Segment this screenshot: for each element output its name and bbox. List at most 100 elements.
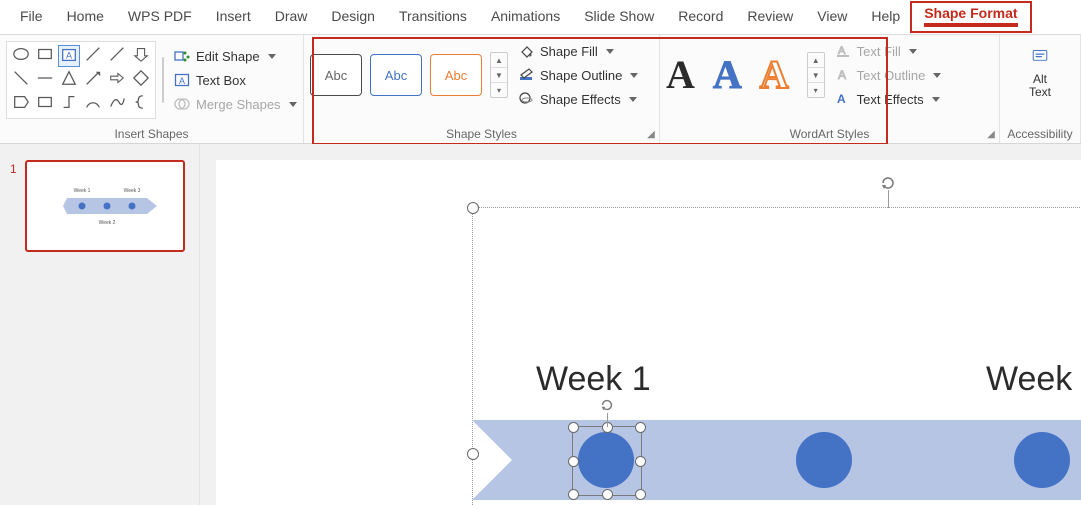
alt-text-icon <box>1027 43 1053 69</box>
timeline-dot-2[interactable] <box>796 432 852 488</box>
group-wordart-styles: A A A ▲ ▼ ▾ A Text Fill A <box>660 35 1000 143</box>
slide-thumbnail-1[interactable]: Week 1 Week 2 Week 3 <box>25 160 185 252</box>
label-week-1[interactable]: Week 1 <box>536 360 651 399</box>
text-outline-button: A Text Outline <box>831 65 946 85</box>
merge-shapes-icon <box>174 96 190 112</box>
shape-line-icon[interactable] <box>82 45 104 67</box>
shape-triangle-icon[interactable] <box>58 69 80 91</box>
dropdown-icon[interactable]: ▾ <box>808 83 824 97</box>
arrow-up-icon[interactable]: ▲ <box>808 53 824 68</box>
tab-draw[interactable]: Draw <box>263 4 320 30</box>
group-insert-shapes: A ▲ ▼ ▾ <box>0 35 304 143</box>
shape-effects-button[interactable]: Shape Effects <box>514 89 642 109</box>
merge-shapes-button: Merge Shapes <box>170 94 301 114</box>
ribbon-tabs: File Home WPS PDF Insert Draw Design Tra… <box>0 0 1081 34</box>
edit-shape-label: Edit Shape <box>196 49 260 64</box>
tab-file[interactable]: File <box>8 4 55 30</box>
shape-linearrow-icon[interactable] <box>82 69 104 91</box>
wordart-style-2[interactable]: A <box>713 55 742 95</box>
tab-shape-format-label: Shape Format <box>924 5 1017 27</box>
svg-text:A: A <box>66 51 72 61</box>
shape-outline-button[interactable]: Shape Outline <box>514 65 642 85</box>
shape-curve-icon[interactable] <box>106 93 128 115</box>
slide-1: Week 1 Week 3 <box>216 160 1081 505</box>
wordart-style-3[interactable]: A <box>760 55 789 95</box>
shape-arrowshape-icon[interactable] <box>106 69 128 91</box>
workspace: 1 Week 1 Week 2 Week 3 <box>0 144 1081 505</box>
shapes-gallery-spin[interactable]: ▲ ▼ ▾ <box>162 57 164 103</box>
shape-rect2-icon[interactable] <box>34 93 56 115</box>
thumbnail-pane: 1 Week 1 Week 2 Week 3 <box>0 144 200 505</box>
wordart-launcher-icon[interactable]: ◢ <box>985 129 997 141</box>
shape-pentagon-icon[interactable] <box>10 93 32 115</box>
timeline-dot-3[interactable] <box>1014 432 1070 488</box>
text-effects-icon: A <box>835 91 851 107</box>
text-effects-label: Text Effects <box>857 92 924 107</box>
arrow-down-icon[interactable]: ▼ <box>808 68 824 83</box>
shape-effects-label: Shape Effects <box>540 92 621 107</box>
group-shape-styles: Abc Abc Abc ▲ ▼ ▾ Shape Fill <box>304 35 660 143</box>
group-shape-styles-title: Shape Styles <box>310 125 653 141</box>
alt-text-button[interactable]: Alt Text <box>1019 41 1061 101</box>
text-effects-button[interactable]: A Text Effects <box>831 89 946 109</box>
shape-style-3[interactable]: Abc <box>430 54 482 96</box>
timeline-arrow-shape[interactable] <box>472 420 1081 500</box>
dropdown-icon[interactable]: ▾ <box>491 83 507 97</box>
shape-selection[interactable] <box>572 426 642 496</box>
text-outline-icon: A <box>835 67 851 83</box>
text-fill-button: A Text Fill <box>831 41 946 61</box>
arrow-down-icon[interactable]: ▼ <box>491 68 507 83</box>
text-outline-label: Text Outline <box>857 68 926 83</box>
shapes-gallery[interactable]: A <box>6 41 156 119</box>
shape-brace-icon[interactable] <box>130 93 152 115</box>
rotate-handle-icon[interactable] <box>879 174 897 192</box>
shape-line3-icon[interactable] <box>10 69 32 91</box>
tab-review[interactable]: Review <box>735 4 805 30</box>
paint-bucket-icon <box>518 43 534 59</box>
tab-record[interactable]: Record <box>666 4 735 30</box>
svg-text:A: A <box>837 92 846 106</box>
shape-styles-launcher-icon[interactable]: ◢ <box>645 129 657 141</box>
shape-textbox-icon-highlight[interactable]: A <box>58 45 80 67</box>
text-fill-label: Text Fill <box>857 44 901 59</box>
arrow-up-icon[interactable]: ▲ <box>491 53 507 68</box>
tab-view[interactable]: View <box>805 4 859 30</box>
shape-style-1[interactable]: Abc <box>310 54 362 96</box>
text-box-icon: A <box>174 72 190 88</box>
shape-arrowdown-icon[interactable] <box>130 45 152 67</box>
shape-line2-icon[interactable] <box>106 45 128 67</box>
tab-help[interactable]: Help <box>859 4 912 30</box>
shape-arc-icon[interactable] <box>82 93 104 115</box>
tab-slide-show[interactable]: Slide Show <box>572 4 666 30</box>
shape-lineh-icon[interactable] <box>34 69 56 91</box>
shape-oval-icon[interactable] <box>10 45 32 67</box>
tab-wps-pdf[interactable]: WPS PDF <box>116 4 204 30</box>
rotate-handle-icon[interactable] <box>599 397 615 416</box>
text-fill-icon: A <box>835 43 851 59</box>
group-insert-shapes-title: Insert Shapes <box>6 125 297 141</box>
tab-transitions[interactable]: Transitions <box>387 4 479 30</box>
shape-fill-button[interactable]: Shape Fill <box>514 41 642 61</box>
label-week-3[interactable]: Week 3 <box>986 360 1081 399</box>
shape-elbow-icon[interactable] <box>58 93 80 115</box>
shape-style-2[interactable]: Abc <box>370 54 422 96</box>
shape-rect-icon[interactable] <box>34 45 56 67</box>
group-accessibility: Alt Text Accessibility <box>1000 35 1081 143</box>
text-box-button[interactable]: A Text Box <box>170 70 301 90</box>
shape-diamond-icon[interactable] <box>130 69 152 91</box>
text-box-label: Text Box <box>196 73 246 88</box>
tab-design[interactable]: Design <box>319 4 387 30</box>
wordart-style-1[interactable]: A <box>666 55 695 95</box>
alt-text-label: Alt Text <box>1029 73 1051 99</box>
tab-insert[interactable]: Insert <box>204 4 263 30</box>
edit-shape-button[interactable]: Edit Shape <box>170 46 301 66</box>
tab-animations[interactable]: Animations <box>479 4 572 30</box>
wordart-styles-spin[interactable]: ▲ ▼ ▾ <box>807 52 825 98</box>
shape-styles-spin[interactable]: ▲ ▼ ▾ <box>490 52 508 98</box>
ribbon: A ▲ ▼ ▾ <box>0 34 1081 144</box>
slide-canvas[interactable]: Week 1 Week 3 <box>200 144 1081 505</box>
effects-icon <box>518 91 534 107</box>
tab-home[interactable]: Home <box>55 4 116 30</box>
tab-shape-format[interactable]: Shape Format <box>912 1 1031 33</box>
thumbnail-number: 1 <box>10 162 17 495</box>
